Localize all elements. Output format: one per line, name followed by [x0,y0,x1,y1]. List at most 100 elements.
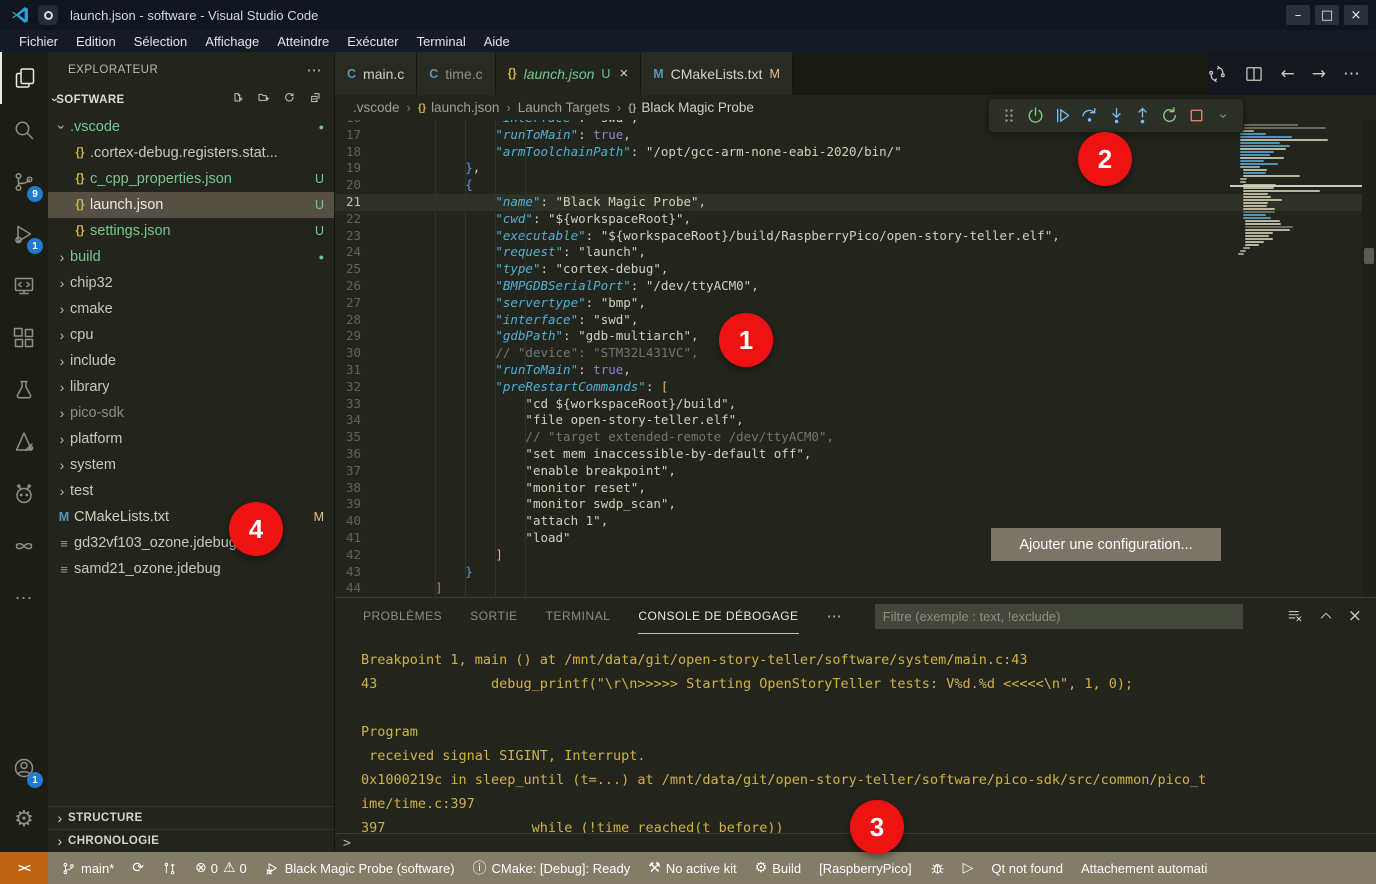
refresh-icon[interactable] [284,92,300,108]
cmake-tools-icon[interactable] [0,416,48,468]
tab-launch-json[interactable]: {}launch.jsonU× [496,52,642,95]
go-forward-icon[interactable]: → [1312,64,1326,84]
section-chronologie[interactable]: ›CHRONOLOGIE [48,829,334,852]
status-problems[interactable]: ⊗0⚠0 [186,852,256,884]
continue-icon[interactable] [1051,104,1075,128]
status-auto-attach[interactable]: Attachement automati [1072,852,1216,884]
platformio-icon[interactable] [0,468,48,520]
tree-item-include[interactable]: ›include [48,348,334,374]
tree-item-library[interactable]: ›library [48,374,334,400]
close-button[interactable]: × [1344,5,1368,25]
maximize-button[interactable]: □ [1315,5,1339,25]
split-editor-icon[interactable] [1244,64,1264,84]
panel-more-icon[interactable]: ⋯ [827,607,842,625]
collapse-all-icon[interactable] [310,92,326,108]
tree-item-cpu[interactable]: ›cpu [48,322,334,348]
panel-tab-sortie[interactable]: SORTIE [470,598,517,634]
source-control-icon[interactable]: 9 [0,156,48,208]
tree-item-cmake[interactable]: ›cmake [48,296,334,322]
menu-terminal[interactable]: Terminal [408,34,475,49]
infinity-extension-icon[interactable] [0,520,48,572]
minimize-button[interactable]: – [1286,5,1310,25]
status-qt-status[interactable]: Qt not found [982,852,1072,884]
tree-item-test[interactable]: ›test [48,478,334,504]
testing-icon[interactable] [0,364,48,416]
extensions-icon[interactable] [0,312,48,364]
workspace-section-header[interactable]: › SOFTWARE [48,88,334,112]
menu-aide[interactable]: Aide [475,34,519,49]
code-editor[interactable]: 16 "interface": "swd",17 "runToMain": tr… [335,120,1376,597]
tree-item-platform[interactable]: ›platform [48,426,334,452]
tab-main-c[interactable]: Cmain.c [335,52,417,95]
menu-affichage[interactable]: Affichage [196,34,268,49]
status-build-button[interactable]: ⚙Build [746,852,810,884]
breadcrumb-item[interactable]: Launch Targets [518,100,610,115]
status-sync[interactable]: ⟳ [123,852,153,884]
close-panel-icon[interactable]: × [1348,606,1362,626]
new-folder-icon[interactable] [258,92,274,108]
panel-tab-console-de-débogage[interactable]: CONSOLE DE DÉBOGAGE [638,598,798,634]
editor-scrollbar[interactable] [1362,120,1376,597]
minimap[interactable] [1236,124,1356,597]
sidebar-more-icon[interactable]: ⋯ [307,61,323,79]
maximize-panel-icon[interactable] [1318,608,1334,624]
tab-time-c[interactable]: Ctime.c [417,52,495,95]
tree-item-build[interactable]: ›build● [48,244,334,270]
menu-edition[interactable]: Edition [67,34,125,49]
step-over-icon[interactable] [1077,104,1101,128]
menu-atteindre[interactable]: Atteindre [268,34,338,49]
stop-chevron-icon[interactable] [1211,104,1235,128]
more-actions-icon[interactable]: ⋯ [1343,64,1360,84]
run-and-debug-icon[interactable]: 1 [0,208,48,260]
console-filter-input[interactable] [875,604,1243,629]
tree-item-settings-json[interactable]: {}settings.jsonU [48,218,334,244]
tree-item-chip32[interactable]: ›chip32 [48,270,334,296]
tab-cmakelists-txt[interactable]: MCMakeLists.txtM [641,52,793,95]
menu-exécuter[interactable]: Exécuter [338,34,407,49]
step-into-icon[interactable] [1104,104,1128,128]
restart-icon[interactable] [1158,104,1182,128]
tree-item-samd21-ozone-jdebug[interactable]: ≡samd21_ozone.jdebug [48,556,334,582]
remote-explorer-icon[interactable] [0,260,48,312]
status-debug-bug[interactable] [921,852,954,884]
power-icon[interactable] [1024,104,1048,128]
status-git-compare[interactable] [153,852,186,884]
breadcrumb-item[interactable]: {}launch.json [418,100,500,115]
step-out-icon[interactable] [1131,104,1155,128]
status-launch-play[interactable]: ▷ [954,852,983,884]
new-file-icon[interactable] [232,92,248,108]
status-remote-indicator[interactable]: >< [0,852,48,884]
section-structure[interactable]: ›STRUCTURE [48,806,334,829]
breadcrumb-item[interactable]: {}Black Magic Probe [628,100,754,115]
add-configuration-button[interactable]: Ajouter une configuration... [991,528,1221,561]
open-changes-icon[interactable] [1207,64,1227,84]
more-views-icon[interactable]: ⋯ [0,572,48,624]
settings-icon[interactable]: ⚙ [0,794,48,846]
menu-sélection[interactable]: Sélection [125,34,196,49]
tree-item-launch-json[interactable]: {}launch.jsonU [48,192,334,218]
close-tab-icon[interactable]: × [619,65,628,82]
breadcrumb-item[interactable]: .vscode [353,100,400,115]
status-cmake-status[interactable]: ⓘCMake: [Debug]: Ready [464,852,640,884]
status-git-branch[interactable]: main* [52,852,123,884]
stop-icon[interactable] [1184,104,1208,128]
status-debug-target[interactable]: Black Magic Probe (software) [256,852,464,884]
search-icon[interactable] [0,104,48,156]
tree-item--cortex-debug-registers-stat-[interactable]: {}.cortex-debug.registers.stat... [48,140,334,166]
tree-item--vscode[interactable]: ›.vscode● [48,114,334,140]
menu-fichier[interactable]: Fichier [10,34,67,49]
explorer-icon[interactable] [0,52,48,104]
clear-console-icon[interactable] [1287,608,1304,625]
account-icon[interactable]: 1 [0,742,48,794]
panel-tab-terminal[interactable]: TERMINAL [546,598,611,634]
tree-item-cmakelists-txt[interactable]: MCMakeLists.txtM [48,504,334,530]
panel-tab-problèmes[interactable]: PROBLÈMES [363,598,442,634]
status-kit-variant[interactable]: [RaspberryPico] [810,852,920,884]
tree-item-gd32vf103-ozone-jdebug[interactable]: ≡gd32vf103_ozone.jdebug [48,530,334,556]
breadcrumb-label: Black Magic Probe [641,100,754,115]
status-active-kit[interactable]: ⚒No active kit [639,852,745,884]
tree-item-c-cpp-properties-json[interactable]: {}c_cpp_properties.jsonU [48,166,334,192]
go-back-icon[interactable]: ← [1281,64,1295,84]
tree-item-pico-sdk[interactable]: ›pico-sdk [48,400,334,426]
tree-item-system[interactable]: ›system [48,452,334,478]
